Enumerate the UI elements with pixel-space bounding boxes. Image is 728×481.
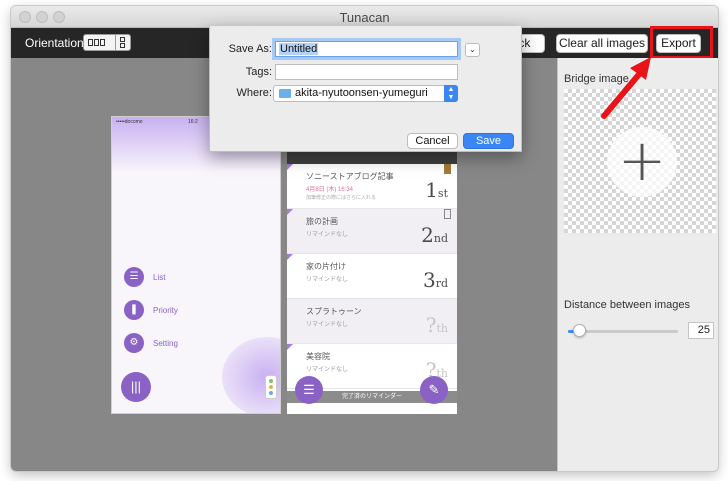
rank-label: 3rd [422,268,448,292]
bridge-image-drop-area[interactable]: + [564,89,716,233]
where-label: Where: [236,87,272,99]
vertical-layout-icon[interactable] [120,37,125,48]
rank-label: 1st [425,178,448,202]
status-time: 16:2 [188,119,198,125]
folder-icon [279,89,291,98]
window-title: Tunacan [339,10,390,25]
gear-icon: ⚙ [124,333,144,353]
dots-indicator [265,375,277,399]
expand-dialog-button[interactable]: ⌄ [465,43,480,57]
horizontal-layout-icon[interactable] [88,39,105,46]
tags-label: Tags: [245,66,272,78]
cancel-button[interactable]: Cancel [407,133,458,149]
phone-screenshot-list[interactable]: ソニーストアブログ記事 4月8日 (木) 16:34 加筆修正の際にはさらに入れ… [287,116,457,414]
phone-screenshot-menu[interactable]: •••••docomo 16:2 ☰ List ❚ Priority ⚙ Set… [111,116,281,414]
bookmark-outline-icon [444,209,451,219]
app-window: Tunacan Orientation ack Clear all images… [11,6,718,471]
distance-value-field[interactable]: 25 [688,322,714,339]
save-button[interactable]: Save [463,133,514,149]
list-item: スプラトゥーン リマインドなし ?th [287,299,457,344]
bookmark-icon [444,164,451,174]
distance-slider-knob[interactable] [573,324,586,337]
export-highlight-box [650,26,713,59]
rank-label: ?th [425,313,448,337]
titlebar: Tunacan [11,6,718,28]
compose-icon: ✎ [420,376,448,404]
right-panel: Bridge image + Distance between images 2… [557,58,718,471]
distance-label: Distance between images [564,299,690,311]
orientation-label: Orientation [25,36,84,50]
add-image-icon[interactable]: + [607,127,677,197]
save-as-field[interactable]: Untitled [275,41,458,57]
chevron-updown-icon: ▲ ▼ [444,85,458,102]
list-icon: ☰ [124,267,144,287]
bookmark-icon: ❚ [124,300,144,320]
list-item: 旅の計画 リマインドなし 2nd [287,209,457,254]
hamburger-menu-icon: ☰ [295,376,323,404]
menu-item-setting: ⚙ Setting [124,333,178,353]
where-select[interactable]: akita-nyutoonsen-yumeguri ▲ ▼ [273,85,458,102]
tags-field[interactable] [275,64,458,80]
save-dialog: Save As: Untitled ⌄ Tags: Where: akita-n… [209,26,522,152]
bridge-image-label: Bridge image [564,73,629,85]
distance-slider[interactable] [568,324,678,337]
save-as-label: Save As: [228,43,272,55]
menu-item-priority: ❚ Priority [124,300,178,320]
status-carrier: •••••docomo [116,119,143,125]
list-item: 家の片付け リマインドなし 3rd [287,254,457,299]
menu-fab-icon: ||| [121,372,151,402]
clear-all-images-button[interactable]: Clear all images [556,34,648,53]
list-item: ソニーストアブログ記事 4月8日 (木) 16:34 加筆修正の際にはさらに入れ… [287,164,457,209]
menu-item-list: ☰ List [124,267,165,287]
orientation-segmented-control[interactable] [83,34,131,51]
rank-label: 2nd [421,223,448,247]
